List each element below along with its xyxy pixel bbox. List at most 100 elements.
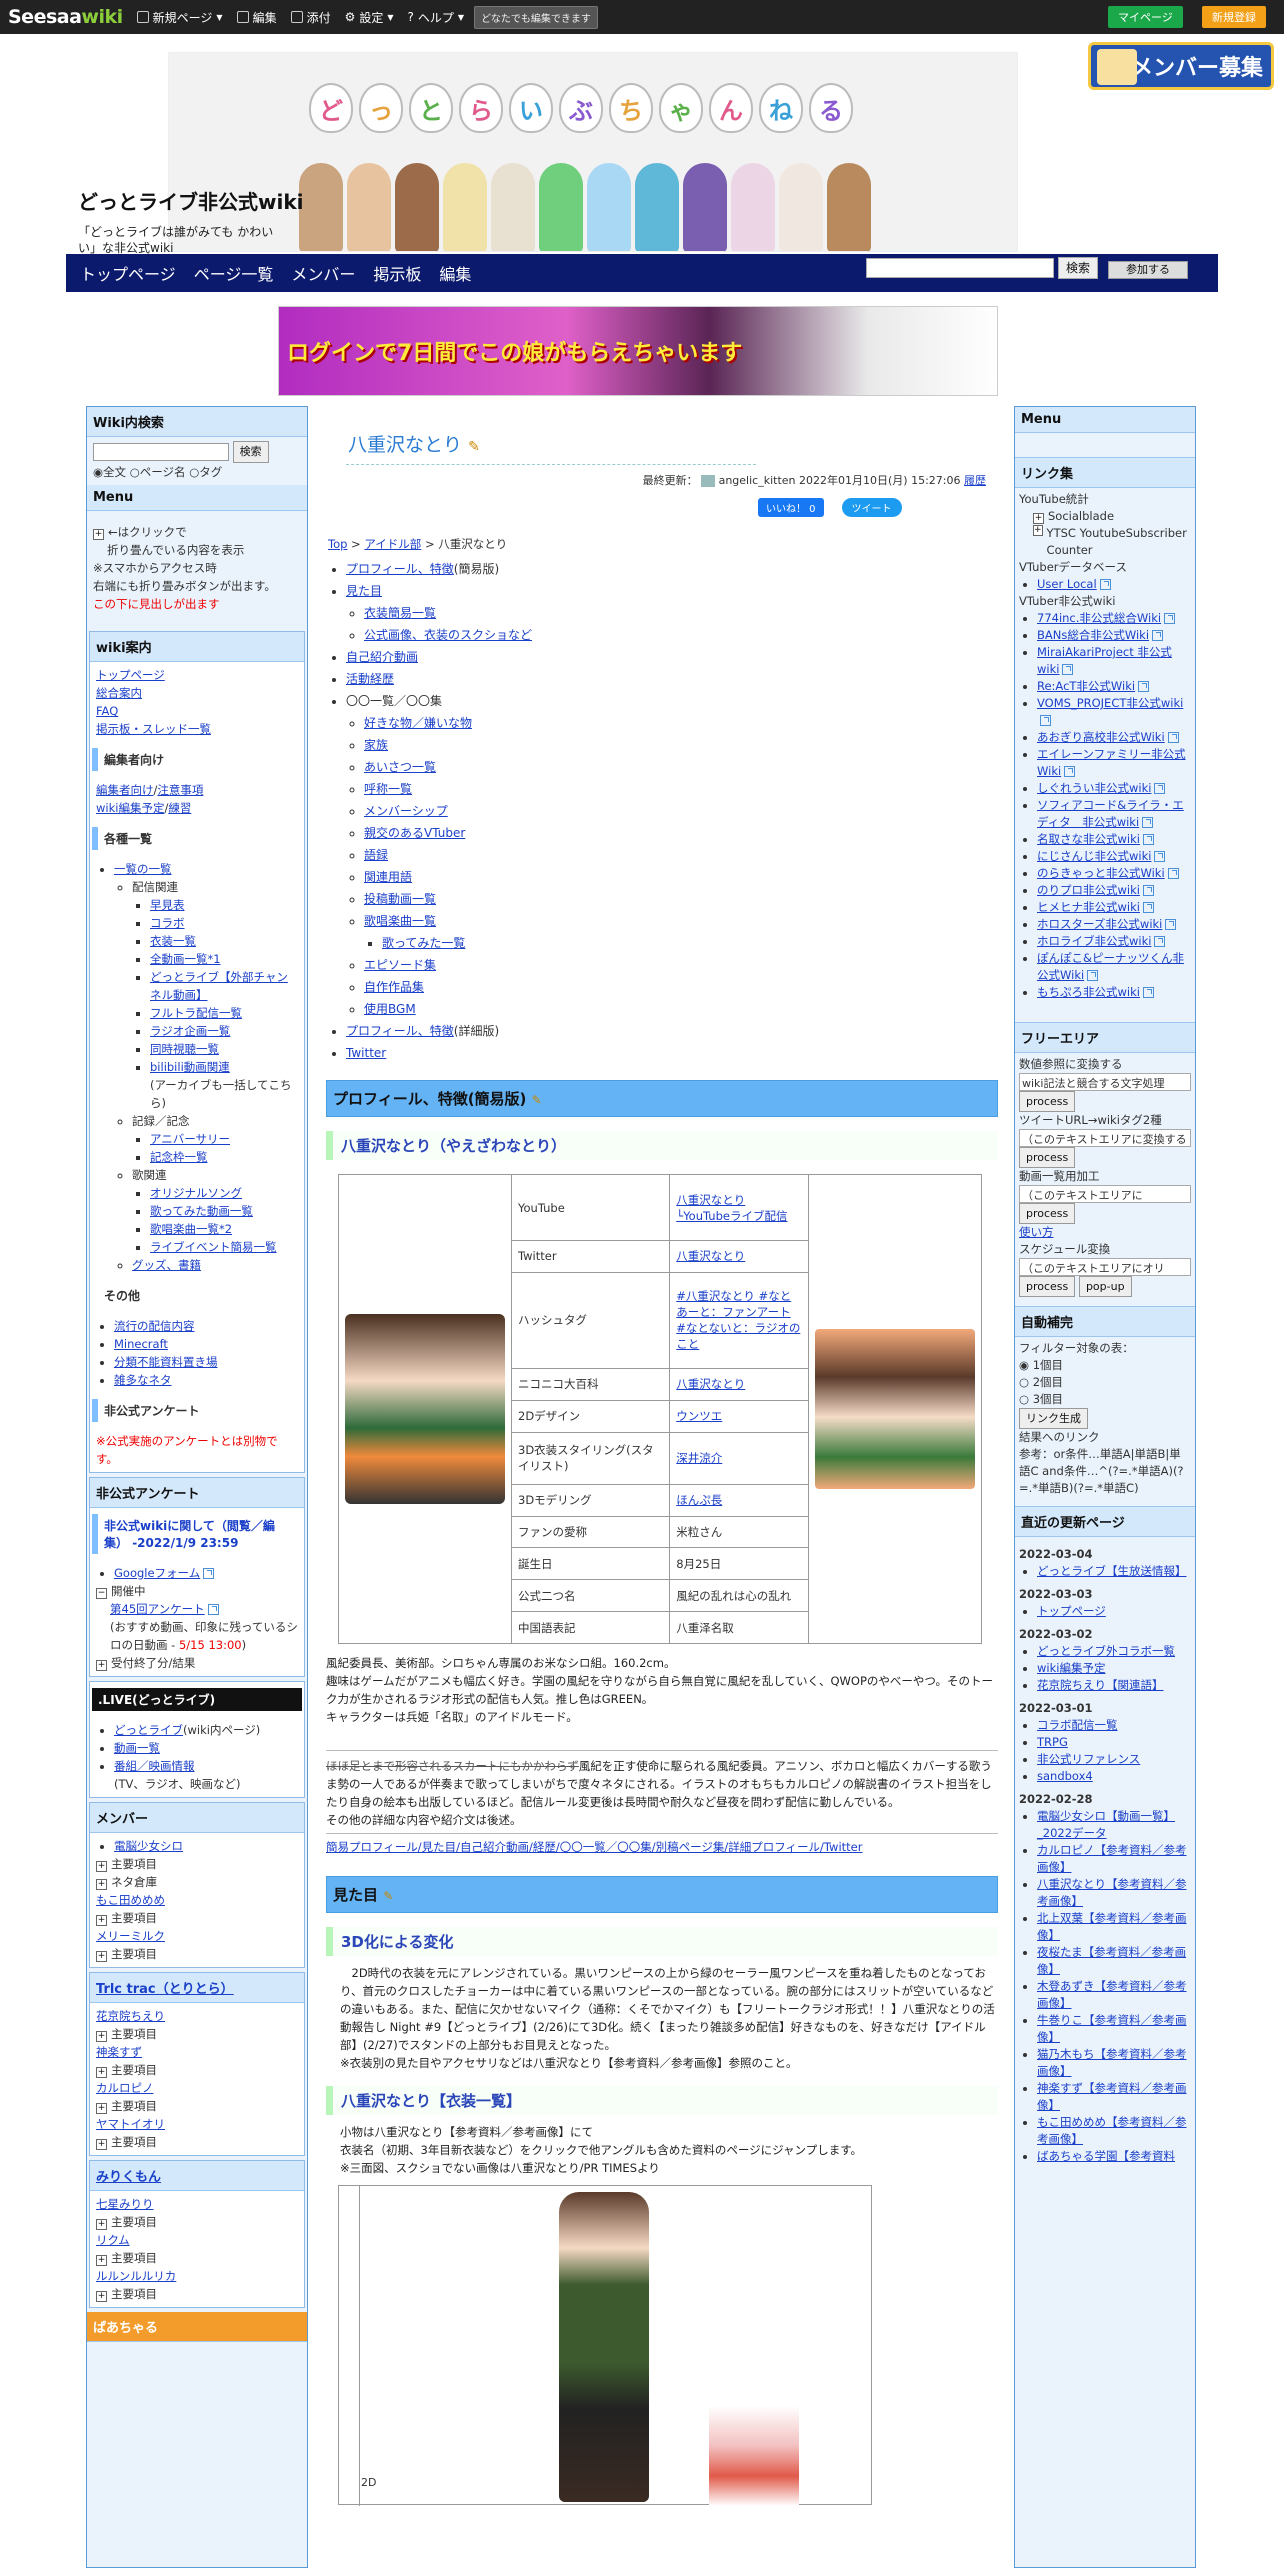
radio-table-1[interactable]: ◉ 1個目 <box>1019 1357 1191 1374</box>
wiki-search-button[interactable]: 検索 <box>232 441 269 463</box>
guide-link[interactable]: 掲示板・スレッド一覧 <box>96 722 211 736</box>
profile-link[interactable]: 深井涼介 <box>676 1451 722 1465</box>
breadcrumb-link[interactable]: アイドル部 <box>364 537 421 551</box>
process-button[interactable]: process <box>1019 1147 1076 1168</box>
seesaa-wiki-logo[interactable]: Seesaawiki <box>8 6 123 28</box>
plus-toggle-icon[interactable]: + <box>96 1879 107 1890</box>
live-link[interactable]: どっとライブ <box>114 1723 183 1737</box>
others-link[interactable]: 分類不能資料置き場 <box>114 1355 218 1369</box>
toc-link[interactable]: プロフィール、特徴 <box>346 1024 454 1038</box>
member-link[interactable]: 花京院ちえり <box>96 2009 165 2023</box>
vwiki-link[interactable]: ぽんぽこ&ピーナッツくん非公式Wiki <box>1037 951 1184 982</box>
process-button[interactable]: process <box>1019 1276 1076 1297</box>
recent-link[interactable]: もこ田めめめ【参考資料／参考画像】 <box>1037 2115 1187 2146</box>
facebook-like-button[interactable]: いいね！ 0 <box>758 498 824 517</box>
live-link[interactable]: 番組／映画情報 <box>114 1759 195 1773</box>
toc-link[interactable]: 歌ってみた一覧 <box>382 936 465 950</box>
member-link[interactable]: ルルンルルリカ <box>96 2269 176 2283</box>
guide-link[interactable]: 総合案内 <box>96 686 142 700</box>
list-link[interactable]: フルトラ配信一覧 <box>150 1006 242 1020</box>
profile-link[interactable]: ウンツエ <box>676 1409 722 1423</box>
recent-link[interactable]: 花京院ちえり【関連語】 <box>1037 1678 1164 1692</box>
vwiki-link[interactable]: VOMS_PROJECT非公式wiki <box>1037 696 1183 710</box>
lists-root-link[interactable]: 一覧の一覧 <box>114 862 172 876</box>
generate-link-button[interactable]: リンク生成 <box>1019 1408 1088 1429</box>
recent-link[interactable]: コラボ配信一覧 <box>1037 1718 1118 1732</box>
profile-link[interactable]: 八重沢なとり <box>676 1249 745 1263</box>
plus-toggle-icon[interactable]: + <box>96 2291 107 2302</box>
toc-link[interactable]: Twitter <box>346 1046 386 1060</box>
member-link[interactable]: リクム <box>96 2233 130 2247</box>
minus-toggle-icon[interactable]: − <box>96 1588 107 1599</box>
editor-link[interactable]: 編集者向け <box>96 783 154 797</box>
popup-button[interactable]: pop-up <box>1078 1276 1132 1297</box>
register-button[interactable]: 新規登録 <box>1202 6 1266 28</box>
plus-toggle-icon[interactable]: + <box>96 2067 107 2078</box>
vwiki-link[interactable]: にじさんじ非公式wiki <box>1037 849 1151 863</box>
plus-toggle-icon[interactable]: + <box>96 1915 107 1926</box>
list-link[interactable]: 歌ってみた動画一覧 <box>150 1204 253 1218</box>
mirikumu-title[interactable]: みりくもん <box>90 2161 304 2191</box>
vwiki-link[interactable]: もちぷろ非公式wiki <box>1037 985 1140 999</box>
nav-top[interactable]: トップページ <box>80 261 176 285</box>
plus-toggle-icon[interactable]: + <box>96 2219 107 2230</box>
tool-textarea[interactable]: （このテキストエリアに変換する <box>1019 1129 1191 1147</box>
pencil-edit-icon[interactable]: ✎ <box>468 439 480 455</box>
menu-new-page[interactable]: 新規ページ ▼ <box>136 9 223 26</box>
vwiki-link[interactable]: BANs総合非公式Wiki <box>1037 628 1149 642</box>
toc-link[interactable]: 自己紹介動画 <box>346 650 418 664</box>
wiki-search-input[interactable] <box>93 442 229 461</box>
process-button[interactable]: process <box>1019 1091 1076 1112</box>
member-link[interactable]: 神楽すず <box>96 2045 142 2059</box>
member-link[interactable]: 電脳少女シロ <box>114 1839 183 1853</box>
plus-toggle-icon[interactable]: + <box>1033 513 1044 524</box>
survey-item-link[interactable]: 第45回アンケート <box>110 1602 205 1616</box>
toc-link[interactable]: 活動経歴 <box>346 672 394 686</box>
member-link[interactable]: ヤマトイオリ <box>96 2117 165 2131</box>
plus-toggle-icon[interactable]: + <box>1033 525 1043 536</box>
recent-link[interactable]: 猫乃木もち【参考資料／参考画像】 <box>1037 2047 1187 2078</box>
menu-settings[interactable]: ⚙ 設定 ▼ <box>345 9 394 26</box>
profile-link[interactable]: 八重沢なとり <box>676 1377 745 1391</box>
plus-toggle-icon[interactable]: + <box>93 529 104 540</box>
recent-link[interactable]: TRPG <box>1037 1735 1068 1749</box>
plus-toggle-icon[interactable]: + <box>96 2139 107 2150</box>
trlc-title[interactable]: Trlc trac（とりとら） <box>90 1973 304 2003</box>
vwiki-link[interactable]: 名取さな非公式wiki <box>1037 832 1140 846</box>
list-link[interactable]: 全動画一覧*1 <box>150 952 221 966</box>
breadcrumb-link[interactable]: Top <box>328 537 347 551</box>
vwiki-link[interactable]: Re:AcT非公式Wiki <box>1037 679 1135 693</box>
plus-toggle-icon[interactable]: + <box>96 2103 107 2114</box>
tool-textarea[interactable]: （このテキストエリアにオリ <box>1019 1258 1191 1276</box>
vwiki-link[interactable]: ヒメヒナ非公式wiki <box>1037 900 1140 914</box>
list-link[interactable]: コラボ <box>150 916 185 930</box>
recent-link[interactable]: どっとライブ外コラボ一覧 <box>1037 1644 1175 1658</box>
toc-link[interactable]: エピソード集 <box>364 958 436 972</box>
pencil-edit-icon[interactable]: ✎ <box>532 1093 542 1107</box>
recent-link[interactable]: wiki編集予定 <box>1037 1661 1105 1675</box>
recent-link[interactable]: 北上双葉【参考資料／参考画像】 <box>1037 1911 1187 1942</box>
vwiki-link[interactable]: ソフィアコード&ライラ・エディタ 非公式wiki <box>1037 798 1184 829</box>
list-link[interactable]: オリジナルソング <box>150 1186 242 1200</box>
profile-link[interactable]: #八重沢なとり #なとあーと：ファンアート #なとないと：ラジオのこと <box>676 1289 800 1351</box>
editor-link[interactable]: wiki編集予定 <box>96 801 164 815</box>
menu-attach[interactable]: 添付 <box>290 9 331 26</box>
recent-link[interactable]: ばあちゃる学園【参考資料 <box>1037 2149 1175 2163</box>
plus-toggle-icon[interactable]: + <box>96 2031 107 2042</box>
menu-edit[interactable]: 編集 <box>236 9 277 26</box>
guide-link[interactable]: FAQ <box>96 704 118 718</box>
toc-link[interactable]: 歌唱楽曲一覧 <box>364 914 436 928</box>
recent-link[interactable]: 牛巻りこ【参考資料／参考画像】 <box>1037 2013 1187 2044</box>
toc-link[interactable]: 見た目 <box>346 584 382 598</box>
toc-link[interactable]: 好きな物／嫌いな物 <box>364 716 472 730</box>
member-link[interactable]: メリーミルク <box>96 1929 165 1943</box>
list-link[interactable]: 衣装一覧 <box>150 934 196 948</box>
guide-link[interactable]: トップページ <box>96 668 165 682</box>
list-link[interactable]: どっとライブ【外部チャンネル動画】 <box>150 970 288 1002</box>
toc-link[interactable]: 投稿動画一覧 <box>364 892 436 906</box>
vwiki-link[interactable]: 774inc.非公式総合Wiki <box>1037 611 1161 625</box>
site-title[interactable]: どっとライブ非公式wiki <box>78 186 304 215</box>
history-link[interactable]: 履歴 <box>964 474 986 487</box>
radio-table-3[interactable]: ○ 3個目 <box>1019 1391 1191 1408</box>
plus-toggle-icon[interactable]: + <box>96 1660 107 1671</box>
